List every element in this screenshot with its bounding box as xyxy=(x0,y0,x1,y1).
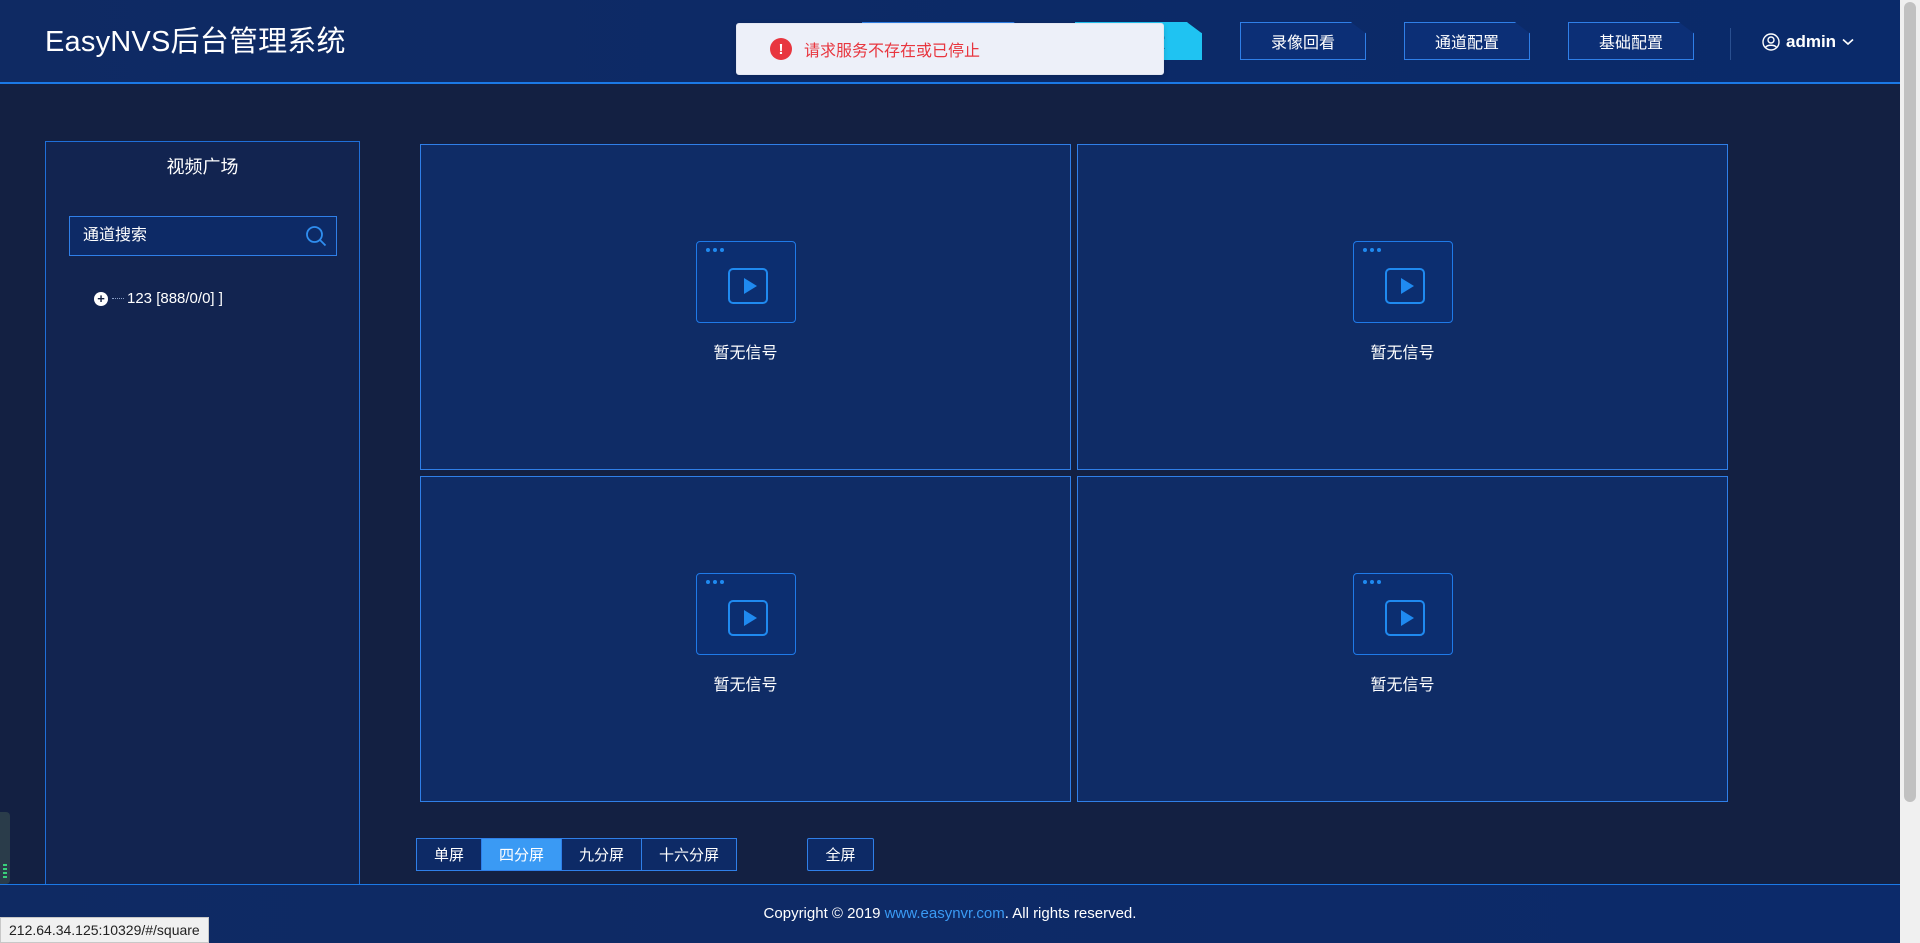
vertical-scrollbar[interactable] xyxy=(1900,0,1920,943)
no-signal-text: 暂无信号 xyxy=(713,677,778,694)
nine-screen-button[interactable]: 九分屏 xyxy=(562,839,643,870)
no-signal-text: 暂无信号 xyxy=(713,345,778,362)
chevron-down-icon xyxy=(1842,38,1854,46)
video-cell-2[interactable]: 暂无信号 xyxy=(1077,144,1728,470)
video-play-icon xyxy=(695,573,796,655)
user-icon xyxy=(1762,33,1780,51)
sidebar-title: 视频广场 xyxy=(166,157,239,177)
screen-layout-group: 单屏 四分屏 九分屏 十六分屏 xyxy=(416,838,738,871)
channel-search xyxy=(69,216,337,256)
search-input[interactable] xyxy=(70,217,296,255)
video-cell-1[interactable]: 暂无信号 xyxy=(420,144,1071,470)
nav-item-playback[interactable]: 录像回看 xyxy=(1240,22,1366,60)
video-cell-4[interactable]: 暂无信号 xyxy=(1077,476,1728,802)
expand-icon[interactable]: + xyxy=(94,291,108,306)
tree-node[interactable]: + 123 [888/0/0] ] xyxy=(94,290,223,307)
copyright-prefix: Copyright © 2019 xyxy=(763,905,885,922)
nav-item-channel-config[interactable]: 通道配置 xyxy=(1404,22,1530,60)
page-footer: Copyright © 2019 www.easynvr.com. All ri… xyxy=(0,884,1900,943)
fullscreen-button[interactable]: 全屏 xyxy=(807,838,874,871)
video-play-icon xyxy=(1352,241,1453,323)
error-icon: ! xyxy=(770,38,792,60)
status-bar-url: 212.64.34.125:10329/#/square xyxy=(0,917,209,943)
copyright-text: Copyright © 2019 www.easynvr.com. All ri… xyxy=(0,905,1900,922)
search-icon[interactable] xyxy=(296,217,336,255)
channel-sidebar: 视频广场 + 123 [888/0/0] ] xyxy=(45,141,360,886)
tree-connector xyxy=(112,298,124,299)
toast-message: 请求服务不存在或已停止 xyxy=(804,43,981,60)
nav-item-basic-config[interactable]: 基础配置 xyxy=(1568,22,1694,60)
no-signal-text: 暂无信号 xyxy=(1370,677,1435,694)
no-signal-text: 暂无信号 xyxy=(1370,345,1435,362)
video-cell-3[interactable]: 暂无信号 xyxy=(420,476,1071,802)
sixteen-screen-button[interactable]: 十六分屏 xyxy=(642,839,737,870)
user-name: admin xyxy=(1786,32,1837,51)
app-title: EasyNVS后台管理系统 xyxy=(45,26,346,58)
scrollbar-thumb[interactable] xyxy=(1904,2,1916,802)
website-link[interactable]: www.easynvr.com xyxy=(885,905,1005,922)
error-toast: ! 请求服务不存在或已停止 xyxy=(736,23,1164,75)
four-screen-button[interactable]: 四分屏 xyxy=(482,839,563,870)
side-handle[interactable] xyxy=(0,812,10,884)
copyright-suffix: . All rights reserved. xyxy=(1004,905,1137,922)
video-play-icon xyxy=(695,241,796,323)
user-menu[interactable]: admin xyxy=(1762,30,1854,54)
tree-node-label: 123 [888/0/0] ] xyxy=(127,290,223,307)
header-divider xyxy=(1730,28,1731,60)
single-screen-button[interactable]: 单屏 xyxy=(417,839,483,870)
video-play-icon xyxy=(1352,573,1453,655)
